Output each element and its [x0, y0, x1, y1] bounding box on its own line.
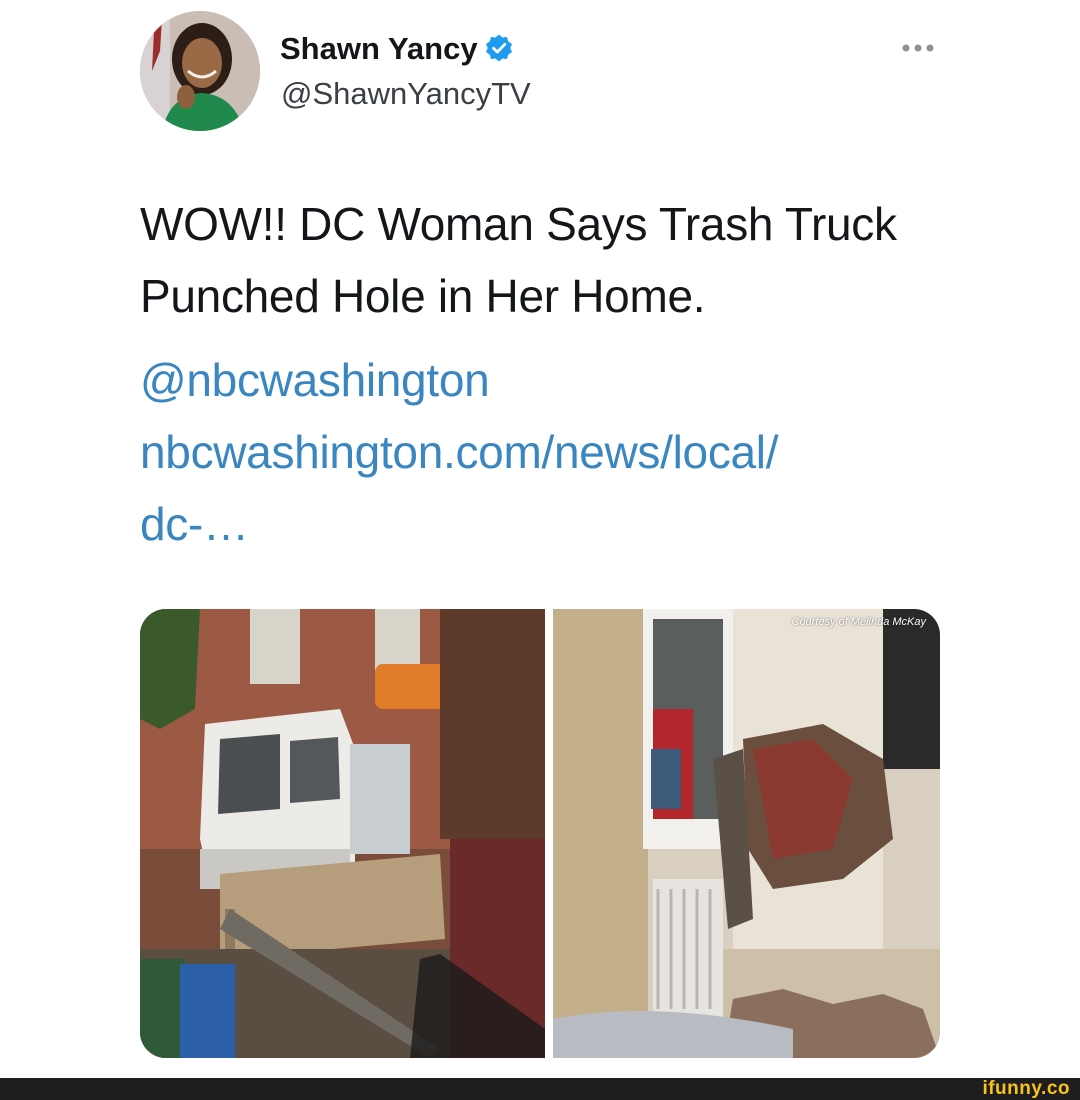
display-name[interactable]: Shawn Yancy — [280, 30, 514, 68]
tweet-card: Shawn Yancy @ShawnYancyTV WOW!! DC Woman… — [0, 0, 1080, 1078]
article-link-line2[interactable]: dc-… — [140, 488, 1000, 560]
display-name-text: Shawn Yancy — [280, 31, 478, 66]
avatar[interactable] — [140, 11, 260, 131]
media-photo-wall-hole[interactable]: Courtesy of Melinda McKay — [553, 609, 940, 1058]
media-grid: Courtesy of Melinda McKay — [140, 609, 940, 1058]
mention-link[interactable]: @nbcwashington — [140, 344, 1000, 416]
verified-badge-icon — [484, 33, 514, 63]
article-link-line1[interactable]: nbcwashington.com/news/local/ — [140, 416, 1000, 488]
photo-credit: Courtesy of Melinda McKay — [791, 616, 927, 628]
ifunny-watermark: ifunny.co — [982, 1078, 1070, 1099]
tweet-text: WOW!! DC Woman Says Trash Truck Punched … — [140, 198, 897, 322]
user-handle[interactable]: @ShawnYancyTV — [281, 75, 531, 113]
media-photo-truck[interactable] — [140, 609, 545, 1058]
footer-bar: ifunny.co — [0, 1078, 1080, 1100]
more-dots-icon[interactable] — [898, 38, 938, 58]
